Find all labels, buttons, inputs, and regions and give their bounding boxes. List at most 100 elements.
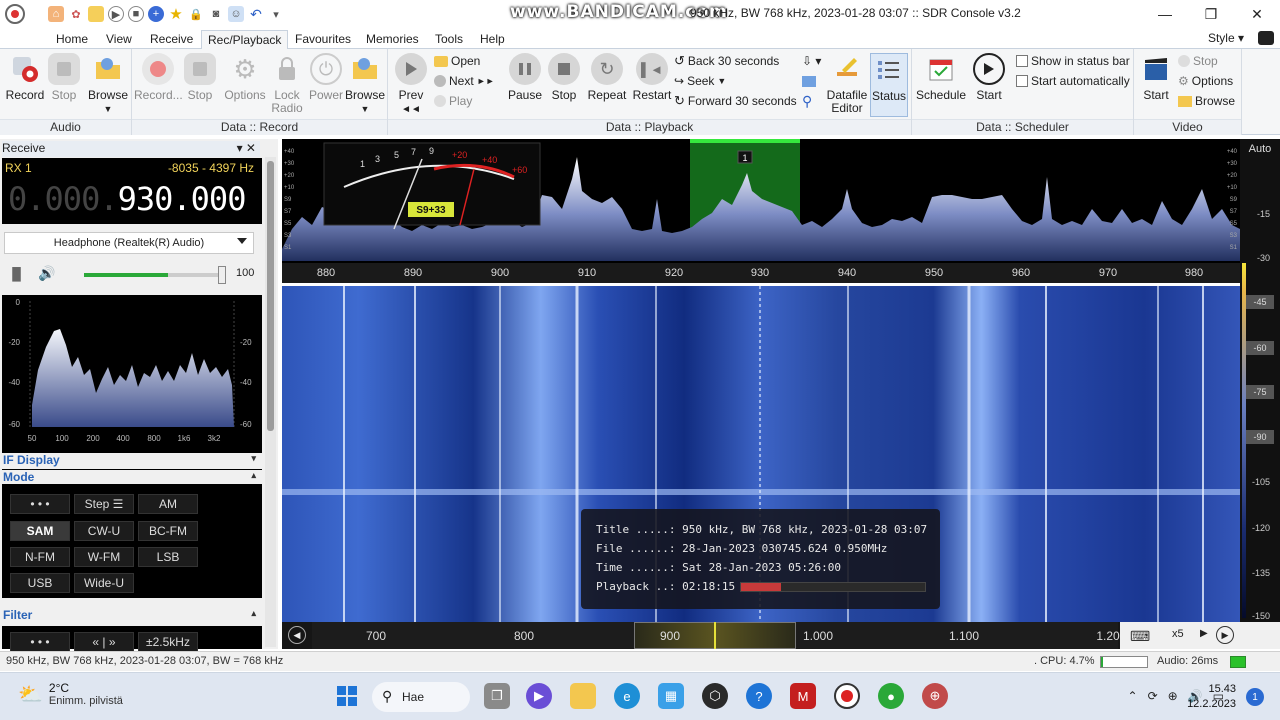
zoom-arrow-icon[interactable]: ▶ [1200, 628, 1208, 639]
task-view-icon[interactable]: ❐ [484, 683, 510, 709]
receive-panel-scrollbar[interactable] [265, 157, 276, 647]
frequency-display[interactable]: RX 1 -8035 - 4397 Hz 0.000.930.000 [2, 158, 262, 224]
stop-icon[interactable]: ■ [128, 6, 144, 22]
frequency-readout[interactable]: 0.000.930.000 [8, 180, 246, 218]
audio-record-button[interactable]: Record [4, 53, 46, 102]
options-icon[interactable] [1258, 31, 1274, 45]
mode-more-button[interactable]: • • • [10, 494, 70, 514]
style-menu[interactable]: Style ▾ [1208, 31, 1244, 45]
band-navigator[interactable]: ◀ 700 800 900 1.000 1.100 1.20 [282, 622, 1240, 649]
minimize-button[interactable]: — [1142, 0, 1188, 28]
panel-pin-close[interactable]: ▾ ✕ [237, 141, 256, 155]
volume-slider-handle[interactable] [218, 266, 226, 284]
lock-radio-button[interactable]: Lock Radio [270, 53, 304, 115]
show-in-status-bar-checkbox[interactable]: Show in status bar [1016, 52, 1130, 70]
tab-rec-playback[interactable]: Rec/Playback [201, 30, 289, 49]
start-menu-icon[interactable] [334, 683, 360, 709]
filter-more-button[interactable]: • • • [10, 632, 70, 652]
show-hidden-icons-icon[interactable]: ⌃ [1128, 689, 1138, 703]
prev-button[interactable]: Prev ◄◄ [392, 53, 430, 116]
mode-am-button[interactable]: AM [138, 494, 198, 514]
notification-badge[interactable]: 1 [1246, 688, 1264, 706]
taskbar-search[interactable]: ⚲ Hae [372, 682, 470, 712]
chat-icon[interactable]: ▶ [526, 683, 552, 709]
maximize-button[interactable]: ❐ [1188, 0, 1234, 28]
mode-cw-u-button[interactable]: CW-U [74, 521, 134, 541]
camera-icon[interactable]: ◙ [208, 6, 224, 22]
spectrum-display[interactable]: 1 1 3 5 7 9 +20 +40 +60 S9+33 +40 +30 +2… [282, 139, 1240, 263]
playback-progress-bar[interactable] [740, 582, 926, 592]
mode-usb-button[interactable]: USB [10, 573, 70, 593]
playback-stop-button[interactable]: Stop [546, 53, 582, 102]
power-button[interactable]: ⏻ Power [306, 53, 346, 102]
data-record-stop-button[interactable]: Stop [182, 53, 218, 102]
video-stop-button[interactable]: Stop [1178, 52, 1218, 70]
data-record-options-button[interactable]: ⚙ Options [222, 53, 268, 102]
sdr-console-taskbar-icon[interactable]: ⊕ [922, 683, 948, 709]
next-button[interactable]: Next ►► [434, 72, 495, 90]
sync-icon[interactable]: ⟳ [1148, 689, 1158, 703]
scheduler-start-button[interactable]: Start [970, 53, 1008, 102]
open-button[interactable]: Open [434, 52, 480, 70]
recorder-icon[interactable] [834, 683, 860, 709]
volume-slider[interactable] [84, 266, 226, 284]
forward-30-button[interactable]: ↻ Forward 30 seconds [674, 92, 797, 110]
play-button[interactable]: Play [434, 92, 472, 110]
file-explorer-icon[interactable] [570, 683, 596, 709]
tab-favourites[interactable]: Favourites [289, 30, 357, 49]
if-display-header[interactable]: IF Display ▾ [0, 453, 262, 469]
audio-device-select[interactable]: Headphone (Realtek(R) Audio) [4, 232, 254, 254]
lock-icon[interactable]: 🔒 [188, 6, 204, 22]
navigator-scale[interactable]: 700 800 900 1.000 1.100 1.20 [312, 622, 1120, 649]
tab-home[interactable]: Home [50, 30, 94, 49]
mode-step-button[interactable]: Step ☰ [74, 494, 134, 514]
status-button[interactable]: Status [870, 53, 908, 117]
language-icon[interactable]: ⊕ [1168, 689, 1178, 703]
datafile-editor-button[interactable]: Datafile Editor [824, 53, 870, 115]
chrome-icon[interactable]: ● [878, 683, 904, 709]
mode-n-fm-button[interactable]: N-FM [10, 547, 70, 567]
app-logo-icon[interactable] [0, 0, 30, 28]
find-button[interactable]: ⚲ [802, 92, 812, 110]
app-icon[interactable]: ⬡ [702, 683, 728, 709]
video-browse-button[interactable]: Browse [1178, 92, 1235, 110]
tab-help[interactable]: Help [474, 30, 511, 49]
edge-browser-icon[interactable]: e [614, 683, 640, 709]
restart-button[interactable]: ▌◄ Restart [632, 53, 672, 102]
data-record-browse-button[interactable]: Browse ▼ [344, 53, 386, 116]
video-options-button[interactable]: ⚙ Options [1178, 72, 1233, 90]
mode-bc-fm-button[interactable]: BC-FM [138, 521, 198, 541]
scrollbar-thumb[interactable] [267, 161, 274, 431]
repeat-button[interactable]: ↻ Repeat [586, 53, 628, 102]
mode-sam-button[interactable]: SAM [10, 521, 70, 541]
seek-button[interactable]: ↪ Seek ▼ [674, 72, 726, 90]
undo-icon[interactable]: ↶ [248, 6, 264, 22]
pause-button[interactable]: Pause [506, 53, 544, 102]
folder-icon[interactable] [88, 6, 104, 22]
customize-dropdown-icon[interactable]: ▾ [268, 6, 284, 22]
add-icon[interactable]: + [148, 6, 164, 22]
mode-w-fm-button[interactable]: W-FM [74, 547, 134, 567]
weather-widget[interactable]: ⛅ 2°C Enimm. pilvistä [18, 681, 123, 707]
keyboard-icon[interactable]: ⌨ [1130, 628, 1150, 645]
level-meter-icon[interactable]: ▐▌ [8, 267, 25, 281]
filter-width-button[interactable]: « | » [74, 632, 134, 652]
waterfall-level-scale[interactable]: Auto -15 -30 -45 -60 -75 -90 -105 -120 -… [1240, 139, 1280, 622]
export-button[interactable] [802, 72, 816, 90]
person-icon[interactable]: ☺ [228, 6, 244, 22]
scroll-right-icon[interactable]: ▶ [1216, 626, 1234, 644]
download-button[interactable]: ⇩ ▾ [802, 52, 821, 70]
video-start-button[interactable]: Start [1138, 53, 1174, 102]
settings-icon[interactable]: ✿ [68, 6, 84, 22]
star-icon[interactable]: ★ [168, 6, 184, 23]
tab-receive[interactable]: Receive [144, 30, 199, 49]
store-icon[interactable]: ▦ [658, 683, 684, 709]
scroll-left-icon[interactable]: ◀ [288, 626, 306, 644]
mcafee-icon[interactable]: M [790, 683, 816, 709]
start-automatically-checkbox[interactable]: Start automatically [1016, 72, 1130, 90]
audio-browse-button[interactable]: Browse ▼ [86, 53, 130, 116]
data-record-button[interactable]: Record... [134, 53, 183, 102]
mode-lsb-button[interactable]: LSB [138, 547, 198, 567]
speaker-icon[interactable]: 🔊 [38, 265, 55, 282]
mode-wide-u-button[interactable]: Wide-U [74, 573, 134, 593]
